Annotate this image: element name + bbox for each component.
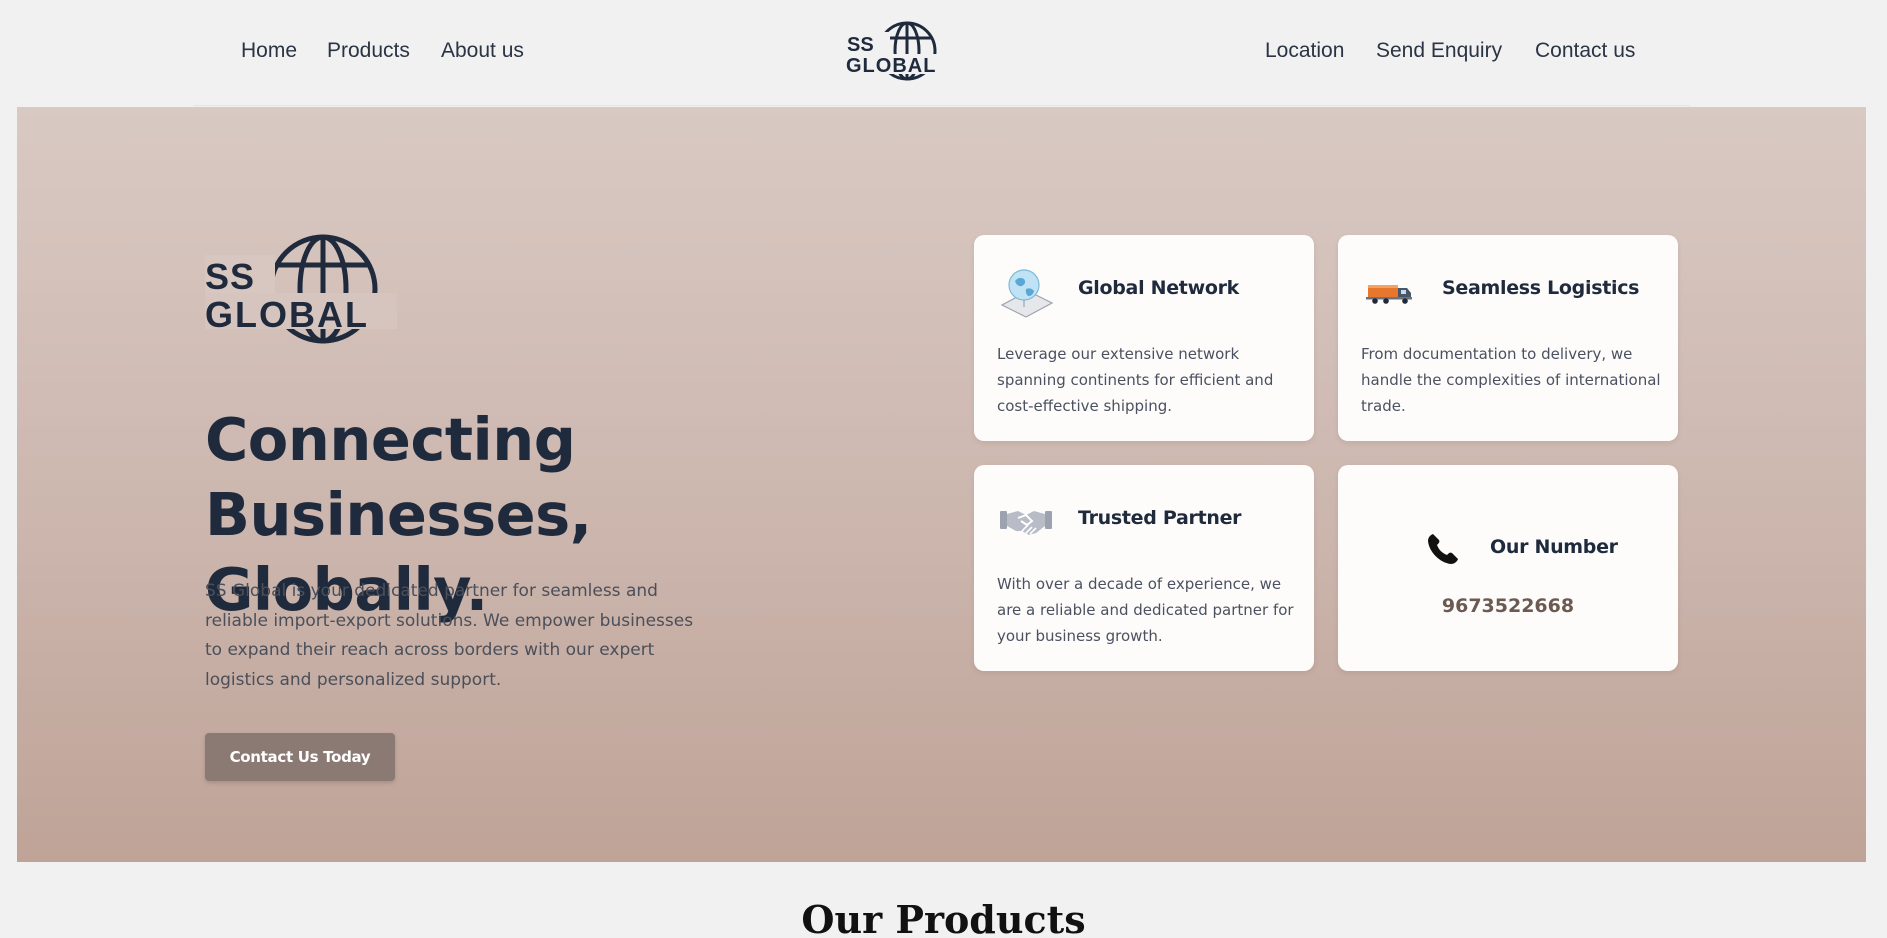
- svg-text:SS: SS: [847, 34, 874, 56]
- hero-logo: SS GLOBAL: [205, 234, 397, 344]
- svg-text:GLOBAL: GLOBAL: [846, 55, 936, 77]
- contact-number-card: Our Number 9673522668: [1338, 465, 1678, 671]
- phone-number[interactable]: 9673522668: [1338, 595, 1678, 617]
- hero-description: SS Global is your dedicated partner for …: [205, 581, 694, 690]
- contact-us-today-button[interactable]: Contact Us Today: [205, 733, 395, 781]
- feature-card-seamless-logistics: Seamless Logistics From documentation to…: [1338, 235, 1678, 441]
- nav-link-send-enquiry[interactable]: Send Enquiry: [1376, 36, 1502, 66]
- card-title: Seamless Logistics: [1442, 277, 1640, 299]
- nav-divider: [193, 105, 1690, 106]
- hero-title-line-1: Connecting Businesses,: [205, 405, 592, 549]
- truck-icon: [1366, 285, 1412, 304]
- card-title: Global Network: [1078, 277, 1239, 299]
- hero-section: SS GLOBAL Connecting Businesses, Globall…: [17, 107, 1866, 862]
- svg-text:GLOBAL: GLOBAL: [205, 294, 369, 335]
- feature-card-global-network: Global Network Leverage our extensive ne…: [974, 235, 1314, 441]
- card-title: Trusted Partner: [1078, 507, 1242, 529]
- top-navigation: Home Products About us SS GLOBAL Locatio…: [0, 0, 1887, 106]
- products-section-heading: Our Products: [801, 897, 1086, 938]
- feature-card-trusted-partner: Trusted Partner With over a decade of ex…: [974, 465, 1314, 671]
- handshake-icon: [1000, 511, 1052, 535]
- card-text: Leverage our extensive network spanning …: [997, 345, 1274, 415]
- nav-link-home[interactable]: Home: [241, 36, 297, 66]
- card-text: With over a decade of experience, we are…: [997, 575, 1294, 645]
- nav-link-location[interactable]: Location: [1265, 36, 1344, 66]
- nav-link-contact-us[interactable]: Contact us: [1535, 36, 1635, 66]
- phone-icon: [1428, 534, 1458, 564]
- card-text: From documentation to delivery, we handl…: [1361, 345, 1661, 415]
- nav-link-about-us[interactable]: About us: [441, 36, 524, 66]
- brand-logo[interactable]: SS GLOBAL: [846, 20, 950, 82]
- nav-link-products[interactable]: Products: [327, 36, 410, 66]
- globe-network-icon: [1000, 269, 1054, 318]
- contact-card-title: Our Number: [1490, 536, 1618, 558]
- svg-text:SS: SS: [205, 256, 255, 297]
